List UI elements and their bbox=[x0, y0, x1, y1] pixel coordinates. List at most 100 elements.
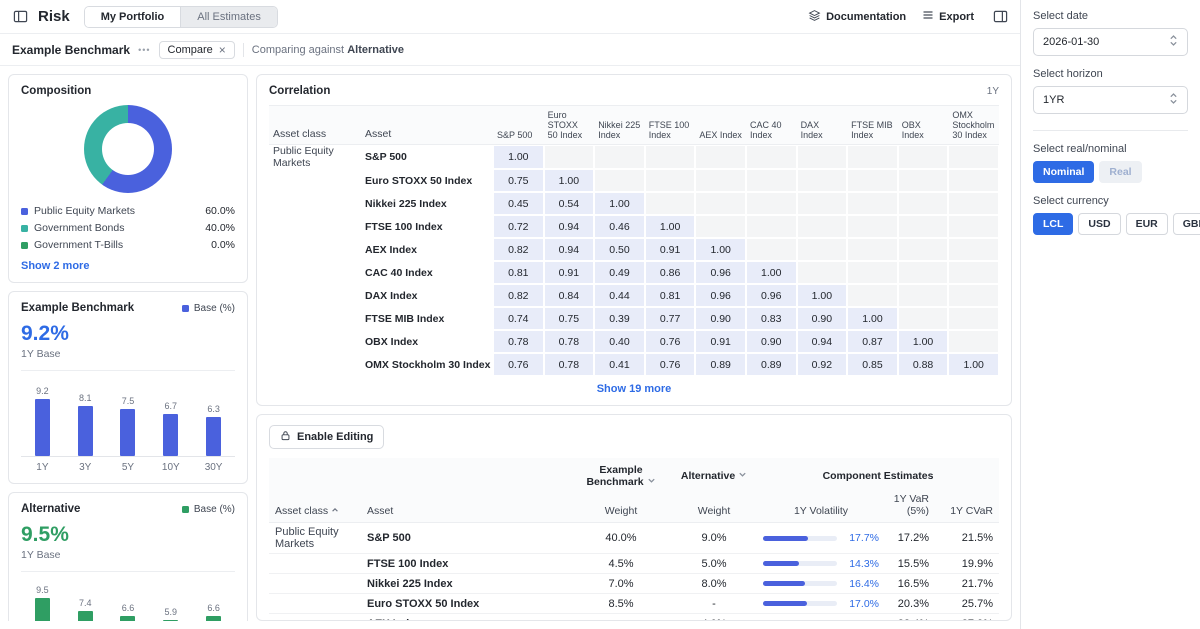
asset-name: FTSE 100 Index bbox=[361, 554, 571, 574]
correlation-cell bbox=[797, 192, 848, 215]
correlation-cell: 0.91 bbox=[695, 330, 746, 353]
asset-name: AEX Index bbox=[361, 238, 493, 261]
left-column: Composition Public Equity Markets60.0%Go… bbox=[8, 74, 248, 621]
toggle-nominal[interactable]: Nominal bbox=[1033, 161, 1094, 183]
benchmark-title: Example Benchmark bbox=[12, 43, 130, 57]
bar-value: 9.2 bbox=[36, 386, 49, 396]
legend-label: Public Equity Markets bbox=[34, 205, 199, 217]
asset-name: S&P 500 bbox=[361, 145, 493, 169]
benchmark-subtitle: 1Y Base bbox=[21, 348, 235, 360]
correlation-cell: 0.86 bbox=[645, 261, 696, 284]
benchmark-card-title: Example Benchmark bbox=[21, 302, 134, 314]
topbar-actions: Documentation Export bbox=[808, 7, 1010, 27]
middle-column: Correlation 1Y Asset classAssetS&P 500Eu… bbox=[256, 74, 1012, 621]
app: Risk My PortfolioAll Estimates Documenta… bbox=[0, 0, 1200, 629]
sidebar-toggle-icon[interactable] bbox=[10, 7, 30, 27]
correlation-cell bbox=[695, 215, 746, 238]
correlation-cell: 0.81 bbox=[493, 261, 544, 284]
estimates-row: Nikkei 225 Index7.0%8.0%16.4%16.5%21.7% bbox=[269, 574, 999, 594]
enable-editing-button[interactable]: Enable Editing bbox=[269, 425, 384, 449]
legend-label: Government Bonds bbox=[34, 222, 199, 234]
estimates-row: FTSE 100 Index4.5%5.0%14.3%15.5%19.9% bbox=[269, 554, 999, 574]
bar bbox=[35, 598, 50, 621]
correlation-cell: 0.76 bbox=[645, 330, 696, 353]
asset-name: Euro STOXX 50 Index bbox=[361, 594, 571, 614]
correlation-cell bbox=[695, 192, 746, 215]
divider bbox=[243, 43, 244, 57]
correlation-cell bbox=[847, 192, 898, 215]
legend-swatch bbox=[21, 208, 28, 215]
panel-toggle-icon[interactable] bbox=[990, 7, 1010, 27]
asset-name: DAX Index bbox=[361, 284, 493, 307]
group-benchmark[interactable]: Example Benchmark bbox=[571, 458, 671, 490]
correlation-row: FTSE MIB Index0.740.750.390.770.900.830.… bbox=[269, 307, 999, 330]
composition-show-more-link[interactable]: Show 2 more bbox=[21, 260, 89, 272]
correlation-cell bbox=[898, 192, 949, 215]
volatility-bar: 18.7% bbox=[763, 618, 879, 622]
composition-legend: Public Equity Markets60.0%Government Bon… bbox=[21, 205, 235, 251]
bar bbox=[206, 417, 221, 456]
correlation-cell: 0.82 bbox=[493, 238, 544, 261]
date-select[interactable]: 2026-01-30 bbox=[1033, 28, 1188, 56]
correlation-cell: 0.78 bbox=[493, 330, 544, 353]
divider bbox=[21, 571, 235, 572]
correlation-cell: 0.78 bbox=[544, 330, 595, 353]
correlation-period: 1Y bbox=[987, 86, 999, 97]
asset-name: Euro STOXX 50 Index bbox=[361, 169, 493, 192]
select-date-label: Select date bbox=[1033, 10, 1188, 22]
asset-name: OMX Stockholm 30 Index bbox=[361, 353, 493, 376]
more-options-icon[interactable]: ••• bbox=[138, 45, 150, 55]
correlation-cell: 1.00 bbox=[695, 238, 746, 261]
correlation-show-more-link[interactable]: Show 19 more bbox=[597, 383, 672, 395]
bar-category: 30Y bbox=[192, 462, 235, 473]
correlation-cell: 0.78 bbox=[544, 353, 595, 376]
correlation-cell: 0.76 bbox=[645, 353, 696, 376]
compare-chip[interactable]: Compare × bbox=[159, 41, 235, 59]
correlation-row: FTSE 100 Index0.720.940.461.00 bbox=[269, 215, 999, 238]
correlation-row: AEX Index0.820.940.500.911.00 bbox=[269, 238, 999, 261]
correlation-cell: 1.00 bbox=[544, 169, 595, 192]
bar-value: 6.3 bbox=[207, 404, 220, 414]
volatility-bar: 16.4% bbox=[763, 578, 879, 590]
enable-editing-label: Enable Editing bbox=[297, 431, 373, 443]
correlation-cell: 0.87 bbox=[847, 330, 898, 353]
documentation-link[interactable]: Documentation bbox=[808, 9, 906, 25]
asset-name: AEX Index bbox=[361, 614, 571, 622]
currency-lcl[interactable]: LCL bbox=[1033, 213, 1073, 235]
correlation-cell bbox=[695, 169, 746, 192]
settings-sidebar: Select date 2026-01-30 Select horizon 1Y… bbox=[1020, 0, 1200, 629]
currency-toggle: LCLUSDEURGBP bbox=[1033, 213, 1188, 235]
correlation-cell bbox=[898, 169, 949, 192]
correlation-cell bbox=[898, 145, 949, 169]
composition-title: Composition bbox=[21, 85, 235, 97]
correlation-cell bbox=[898, 238, 949, 261]
tab-my-portfolio[interactable]: My Portfolio bbox=[85, 7, 181, 27]
currency-gbp[interactable]: GBP bbox=[1173, 213, 1200, 235]
currency-eur[interactable]: EUR bbox=[1126, 213, 1168, 235]
currency-usd[interactable]: USD bbox=[1078, 213, 1120, 235]
legend-value: 0.0% bbox=[211, 239, 235, 251]
correlation-cell: 0.84 bbox=[544, 284, 595, 307]
toggle-real[interactable]: Real bbox=[1099, 161, 1141, 183]
correlation-cell: 0.74 bbox=[493, 307, 544, 330]
sort-asset-class[interactable]: Asset class bbox=[269, 490, 361, 523]
legend-swatch bbox=[21, 225, 28, 232]
close-icon[interactable]: × bbox=[219, 44, 226, 56]
correlation-row: OBX Index0.780.780.400.760.910.900.940.8… bbox=[269, 330, 999, 353]
correlation-cell: 0.75 bbox=[544, 307, 595, 330]
correlation-cell bbox=[898, 215, 949, 238]
correlation-cell bbox=[544, 145, 595, 169]
stepper-icon bbox=[1169, 34, 1178, 50]
export-link[interactable]: Export bbox=[922, 9, 974, 24]
correlation-cell: 0.83 bbox=[746, 307, 797, 330]
correlation-cell bbox=[797, 215, 848, 238]
documentation-icon bbox=[808, 9, 821, 25]
correlation-cell bbox=[948, 284, 999, 307]
group-components: Component Estimates bbox=[757, 458, 999, 490]
horizon-select[interactable]: 1YR bbox=[1033, 86, 1188, 114]
group-alternative[interactable]: Alternative bbox=[671, 458, 757, 490]
correlation-cell bbox=[948, 330, 999, 353]
bar bbox=[78, 406, 93, 456]
bar-category: 1Y bbox=[21, 462, 64, 473]
tab-all-estimates[interactable]: All Estimates bbox=[180, 7, 277, 27]
